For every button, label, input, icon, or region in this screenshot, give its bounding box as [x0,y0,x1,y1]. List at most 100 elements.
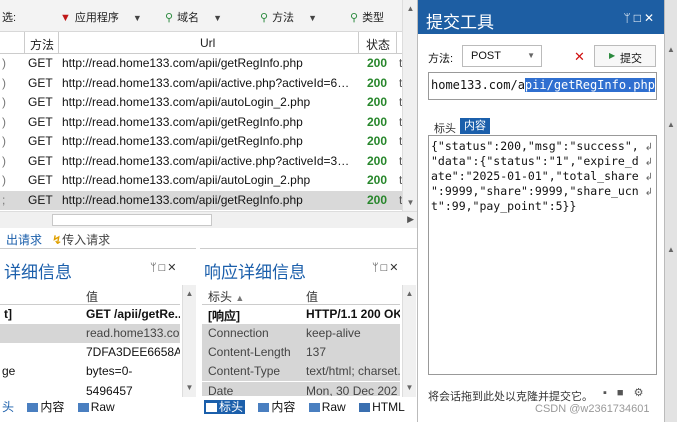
tab-incoming[interactable]: ↯传入请求 [52,231,110,248]
maximize-icon[interactable]: □ [381,262,390,274]
filter-domain[interactable]: ⚲ 域名 ▼ [165,9,222,25]
session-row[interactable]: ) GET http://read.home133.com/apii/active.… [0,74,402,94]
headers-icon [206,403,217,412]
clear-icon[interactable]: ✕ [574,49,585,65]
tab-content[interactable]: 内容 [258,400,295,414]
session-list-hscrollbar[interactable]: ▶ [0,211,417,228]
column-divider [58,32,59,54]
tab-raw[interactable]: Raw [308,400,346,414]
close-icon[interactable]: ✕ [389,262,400,274]
column-method[interactable]: 方法 [30,36,54,53]
gear-icon[interactable]: ⚙ [634,387,654,399]
column-value[interactable]: 值 [86,288,98,305]
session-list-vscrollbar[interactable]: ▲ ▼ [402,0,417,211]
save-icon[interactable]: ■ [617,387,634,399]
sort-asc-icon: ▲ [235,293,245,303]
raw-icon [308,403,320,412]
row-url: http://read.home133.com/apii/autoLogin_2… [62,173,311,187]
scroll-up-icon[interactable]: ▲ [184,287,195,300]
scroll-right-icon[interactable]: ▶ [407,214,414,225]
grid-row[interactable]: Content-Type text/html; charset... [202,362,400,381]
scroll-down-icon[interactable]: ▼ [184,381,195,394]
pin-icon[interactable]: ᛘ [372,262,381,274]
tab-raw[interactable]: Raw [77,400,115,414]
row-method: GET [28,134,53,148]
panel-controls[interactable]: ᛘ□✕ [150,261,178,274]
panel-controls[interactable]: ᛘ□✕ [372,261,400,274]
scroll-up-icon[interactable]: ▲ [404,287,415,300]
panel-title: 提交工具 [426,13,494,32]
row-status: 200 [367,173,388,187]
row-method: GET [28,173,53,187]
session-row[interactable]: ) GET http://read.home133.com/apii/active.… [0,152,402,172]
response-grid-vscrollbar[interactable]: ▲ ▼ [402,285,416,397]
scroll-down-icon[interactable]: ▼ [405,196,416,209]
column-key[interactable]: 标头 ▲ [208,288,244,305]
filter-application[interactable]: ▼ 应用程序 ▼ [60,9,142,25]
grid-row[interactable]: 7DFA3DEE6658A... [0,343,180,362]
composer-panel: 提交工具 ᛘ□✕ 方法: POST ▼ ✕ ▶ 提交 home133.com/a… [417,0,665,422]
method-select[interactable]: POST ▼ [462,45,542,67]
grid-row[interactable]: Content-Length 137 [202,343,400,362]
history-icon[interactable]: ▪ [603,387,617,399]
wrap-icon: ↲ ↲ ↲ ↲ [644,142,653,198]
grid-row[interactable]: read.home133.co... [0,324,180,343]
raw-icon [77,403,89,412]
filter-label: 选: [2,12,17,24]
session-row-selected[interactable]: ; GET http://read.home133.com/apii/getRegI… [0,190,402,210]
session-row[interactable]: ) GET http://read.home133.com/apii/autoLog… [0,93,402,113]
grid-row[interactable]: [响应] HTTP/1.1 200 OK [202,305,400,324]
list-tab-strip: 出请求 ↯传入请求 [0,228,417,248]
filter-bar: 选: ▼ 应用程序 ▼ ⚲ 域名 ▼ ⚲ 方法 ▼ ⚲ 类型 [0,0,402,32]
scroll-up-icon[interactable]: ▲ [667,245,675,254]
grid-row[interactable]: Date Mon, 30 Dec 202 [202,382,400,396]
request-grid-vscrollbar[interactable]: ▲ ▼ [182,285,196,397]
composer-footer-tools[interactable]: ▪■⚙ [603,386,653,399]
tab-content[interactable]: 内容 [460,118,490,134]
response-detail-panel: 响应详细信息 ᛘ□✕ 标头 ▲ 值 [响应] HTTP/1.1 200 OK C… [200,248,417,422]
tab-headers[interactable]: 标头 [204,400,246,414]
html-icon [359,403,371,412]
session-row[interactable]: ) GET http://read.home133.com/apii/autoLog… [0,171,402,191]
tab-headers[interactable]: 头 [2,400,14,414]
request-body-editor[interactable]: {"status":200,"msg":"success", "data":{"s… [428,135,657,375]
grid-row[interactable]: Connection keep-alive [202,324,400,343]
session-row[interactable]: ) GET http://read.home133.com/apii/getRegI… [0,132,402,152]
grid-row[interactable]: t] GET /apii/getRe... [0,305,180,324]
fiddler-window: 选: ▼ 应用程序 ▼ ⚲ 域名 ▼ ⚲ 方法 ▼ ⚲ 类型 方法 Url 状态 ) GET ht… [0,0,677,422]
close-icon[interactable]: ✕ [644,11,657,25]
pin-icon[interactable]: ᛘ [623,11,633,25]
panel-controls[interactable]: ᛘ□✕ [623,11,657,25]
row-url: http://read.home133.com/apii/getRegInfo.… [62,192,303,207]
body-text: {"status":200,"msg":"success", "data":{"s… [431,139,639,213]
grid-row[interactable]: ge bytes=0- [0,362,180,381]
filter-type[interactable]: ⚲ 类型 [350,9,384,25]
maximize-icon[interactable]: □ [634,11,644,25]
tab-headers[interactable]: 标头 [434,120,456,136]
filter-method[interactable]: ⚲ 方法 ▼ [260,9,317,25]
scroll-up-icon[interactable]: ▲ [667,120,675,129]
scroll-down-icon[interactable]: ▼ [404,381,415,394]
grid-header: 标头 ▲ 值 [202,286,400,305]
session-row[interactable]: ) GET http://read.home133.com/apii/getRegI… [0,54,402,74]
maximize-icon[interactable]: □ [159,262,168,274]
tab-content[interactable]: 内容 [27,400,64,414]
funnel-icon: ⚲ [165,12,174,24]
url-input[interactable]: home133.com/apii/getRegInfo.php [428,72,657,100]
column-url[interactable]: Url [200,36,215,50]
grid-header: 值 [0,286,180,305]
session-row[interactable]: ) GET http://read.home133.com/apii/getRegI… [0,113,402,133]
close-icon[interactable]: ✕ [167,262,178,274]
column-divider [24,32,25,54]
pin-icon[interactable]: ᛘ [150,262,159,274]
tab-html[interactable]: HTML [359,400,405,414]
submit-button[interactable]: ▶ 提交 [594,45,656,67]
scroll-up-icon[interactable]: ▲ [405,2,416,15]
grid-row[interactable]: 5496457 [0,382,180,396]
scroll-up-icon[interactable]: ▲ [667,45,675,54]
column-value[interactable]: 值 [306,288,318,305]
tab-outgoing[interactable]: 出请求 [6,231,42,248]
column-status[interactable]: 状态 [366,36,390,53]
row-status: 200 [367,134,388,148]
hscroll-thumb[interactable] [52,214,212,226]
